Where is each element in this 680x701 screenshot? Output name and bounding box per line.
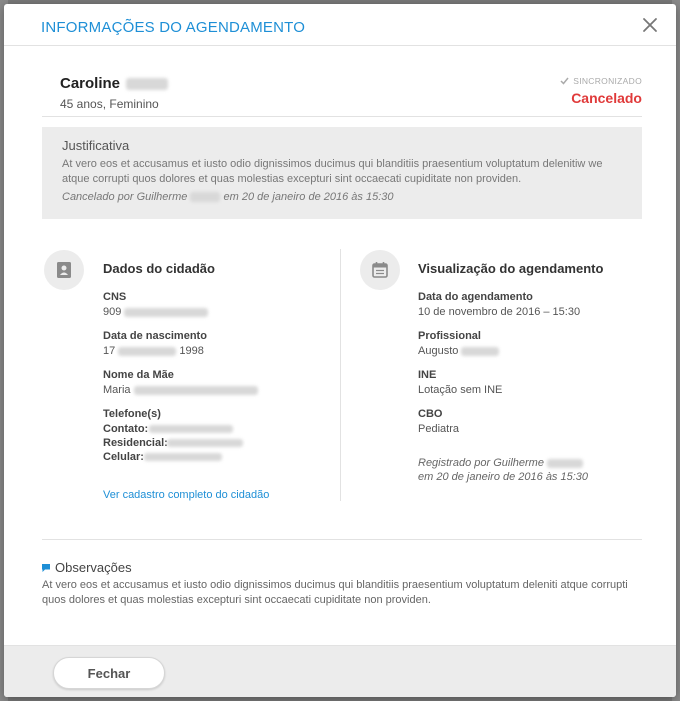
registered-by: Registrado por Guilherme (418, 457, 584, 469)
registered-date: em 20 de janeiro de 2016 às 15:30 (418, 471, 589, 483)
cancellation-info: Cancelado por Guilherme em 20 de janeiro… (62, 191, 622, 203)
cancelled-date: em 20 de janeiro de 2016 às 15:30 (223, 191, 394, 203)
blurred-name (190, 192, 221, 203)
blurred-birth-month (118, 346, 177, 356)
full-citizen-record-link[interactable]: Ver cadastro completo do cidadão (103, 489, 269, 501)
blurred-phone-contact (149, 425, 233, 433)
appointment-date-value: 10 de novembro de 2016 – 15:30 (418, 306, 581, 318)
calendar-icon (372, 262, 388, 278)
divider (42, 116, 642, 117)
citizen-icon-circle (44, 250, 84, 290)
cns-value: 909 (103, 306, 209, 318)
appointment-icon-circle (360, 250, 400, 290)
phone-cell-label: Celular: (103, 451, 144, 463)
column-divider (340, 249, 341, 501)
phone-label: Telefone(s) (103, 408, 161, 420)
appointment-date-label: Data do agendamento (418, 291, 533, 303)
professional-value: Augusto (418, 345, 500, 357)
speech-bubble-icon (42, 563, 50, 572)
professional-label: Profissional (418, 330, 481, 342)
appointment-dialog: INFORMAÇÕES DO AGENDAMENTO Caroline 45 a… (4, 4, 676, 697)
close-button[interactable] (640, 15, 660, 35)
birth-label: Data de nascimento (103, 330, 207, 342)
citizen-section-title: Dados do cidadão (103, 261, 215, 276)
cns-number: 909 (103, 306, 122, 318)
cbo-value: Pediatra (418, 423, 459, 435)
ine-value: Lotação sem INE (418, 384, 503, 396)
blurred-phone-cell (144, 453, 222, 461)
justification-panel: Justificativa At vero eos et accusamus e… (42, 127, 642, 219)
birth-year: 1998 (179, 345, 204, 357)
id-card-icon (57, 262, 71, 278)
birth-day: 17 (103, 345, 116, 357)
blurred-registrar (547, 458, 584, 468)
observations-label: Observações (55, 560, 132, 575)
appointment-section-title: Visualização do agendamento (418, 261, 604, 276)
blurred-phone-home (167, 439, 243, 447)
check-icon (560, 77, 569, 85)
patient-first-name: Caroline (60, 75, 121, 92)
status-badge: Cancelado (571, 90, 642, 106)
divider (42, 539, 642, 540)
dialog-header: INFORMAÇÕES DO AGENDAMENTO (4, 4, 676, 46)
blurred-surname (126, 78, 169, 91)
cbo-label: CBO (418, 408, 443, 420)
justification-title: Justificativa (62, 138, 130, 153)
phone-home-label: Residencial: (103, 437, 168, 449)
registered-by-text: Registrado por Guilherme (418, 457, 544, 469)
professional-first-name: Augusto (418, 345, 459, 357)
mother-value: Maria (103, 384, 258, 396)
phone-contact-label: Contato: (103, 423, 149, 435)
sync-status: SINCRONIZADO (560, 76, 642, 86)
dialog-footer: Fechar (4, 645, 676, 697)
dialog-title: INFORMAÇÕES DO AGENDAMENTO (41, 19, 306, 36)
observations-title: Observações (41, 560, 132, 575)
birth-value: 17 1998 (103, 345, 204, 357)
sync-label: SINCRONIZADO (573, 76, 642, 86)
justification-text: At vero eos et accusamus et iusto odio d… (62, 158, 603, 185)
patient-name: Caroline (60, 75, 169, 92)
blurred-professional-surname (461, 346, 500, 356)
observations-text: At vero eos et accusamus et iusto odio d… (42, 579, 628, 606)
cns-label: CNS (103, 291, 127, 303)
close-dialog-button[interactable]: Fechar (53, 657, 165, 689)
close-icon (643, 18, 657, 32)
cancelled-by: Cancelado por Guilherme (62, 191, 188, 203)
ine-label: INE (418, 369, 437, 381)
blurred-mother-surname (133, 385, 258, 395)
mother-first-name: Maria (103, 384, 131, 396)
blurred-cns (124, 307, 209, 317)
patient-info: 45 anos, Feminino (60, 97, 159, 111)
mother-label: Nome da Mãe (103, 369, 174, 381)
